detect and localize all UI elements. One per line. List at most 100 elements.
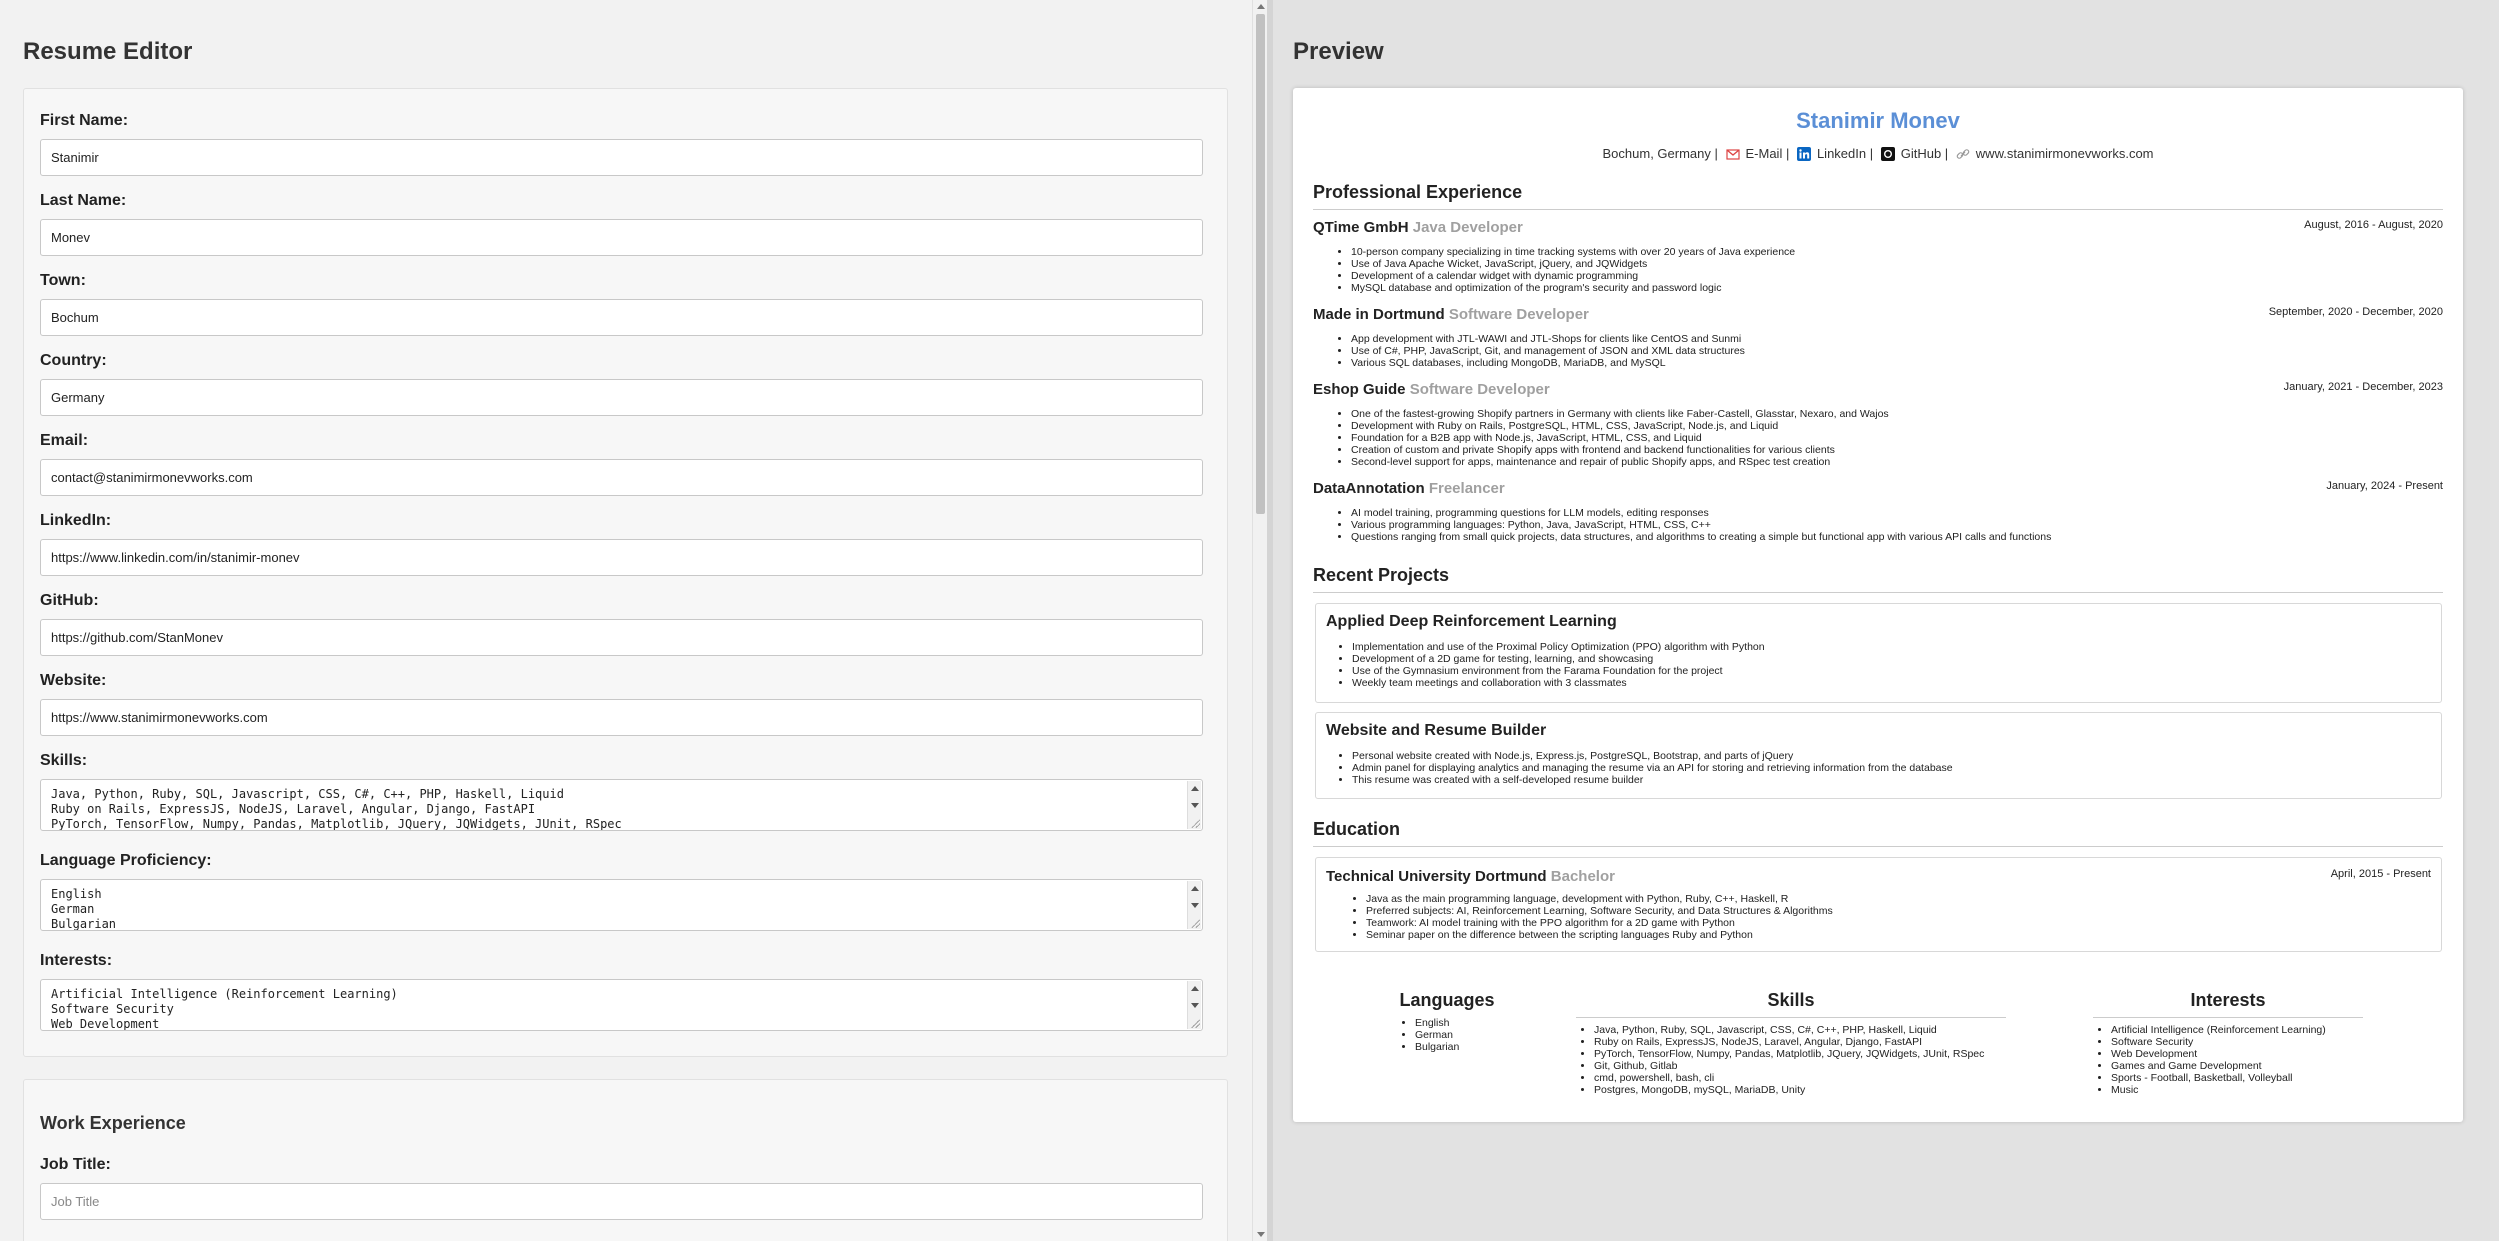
scroll-down-icon[interactable] <box>1191 1003 1199 1008</box>
skill-item: cmd, powershell, bash, cli <box>1594 1072 2006 1084</box>
contact-website[interactable]: www.stanimirmonevworks.com <box>1976 146 2154 161</box>
education-school: Technical University Dortmund <box>1326 868 1547 885</box>
job-company: DataAnnotation <box>1313 480 1425 497</box>
github-field: GitHub: https://github.com/StanMonev <box>40 592 1203 656</box>
job-company: QTime GmbH <box>1313 219 1409 236</box>
language-item: German <box>1415 1029 1497 1041</box>
job-dates: September, 2020 - December, 2020 <box>2268 306 2443 318</box>
project-bullet: Personal website created with Node.js, E… <box>1352 750 2431 762</box>
education-card: Technical University Dortmund Bachelor A… <box>1315 857 2442 952</box>
job-bullet: Foundation for a B2B app with Node.js, J… <box>1351 432 2443 444</box>
scrollbar-thumb[interactable] <box>1256 14 1265 514</box>
education-bullet: Teamwork: AI model training with the PPO… <box>1366 917 2431 929</box>
project-bullet: Implementation and use of the Proximal P… <box>1352 641 2431 653</box>
language-label: Language Proficiency: <box>40 852 212 869</box>
last-name-input[interactable]: Monev <box>40 219 1203 256</box>
project-bullets: Personal website created with Node.js, E… <box>1326 750 2431 786</box>
job-entry: DataAnnotation Freelancer January, 2024 … <box>1313 480 2443 543</box>
job-bullet: Development of a calendar widget with dy… <box>1351 270 2443 282</box>
github-input[interactable]: https://github.com/StanMonev <box>40 619 1203 656</box>
email-label: Email: <box>40 432 89 449</box>
github-icon[interactable] <box>1880 147 1895 161</box>
skill-item: Ruby on Rails, ExpressJS, NodeJS, Larave… <box>1594 1036 2006 1048</box>
job-bullet: Second-level support for apps, maintenan… <box>1351 456 2443 468</box>
job-role: Java Developer <box>1412 219 1523 236</box>
work-experience-card: Work Experience Job Title: Job Title <box>23 1079 1228 1241</box>
scroll-up-icon[interactable] <box>1191 886 1199 891</box>
project-card: Applied Deep Reinforcement Learning Impl… <box>1315 603 2442 703</box>
job-bullet: Use of C#, PHP, JavaScript, Git, and man… <box>1351 345 2443 357</box>
contact-github[interactable]: GitHub | <box>1901 146 1948 161</box>
job-title-input[interactable]: Job Title <box>40 1183 1203 1220</box>
first-name-field: First Name: Stanimir <box>40 112 1203 176</box>
job-entry: QTime GmbH Java Developer August, 2016 -… <box>1313 219 2443 294</box>
job-bullet: Creation of custom and private Shopify a… <box>1351 444 2443 456</box>
scroll-down-icon[interactable] <box>1257 1232 1265 1237</box>
scroll-up-icon[interactable] <box>1257 4 1265 9</box>
skills-textarea[interactable]: Java, Python, Ruby, SQL, Javascript, CSS… <box>40 779 1203 831</box>
linkedin-input[interactable]: https://www.linkedin.com/in/stanimir-mon… <box>40 539 1203 576</box>
scroll-up-icon[interactable] <box>1191 986 1199 991</box>
education-bullet: Preferred subjects: AI, Reinforcement Le… <box>1366 905 2431 917</box>
job-bullet: Use of Java Apache Wicket, JavaScript, j… <box>1351 258 2443 270</box>
job-bullets: 10-person company specializing in time t… <box>1313 246 2443 294</box>
job-title-field: Job Title: Job Title <box>40 1156 1203 1220</box>
contact-linkedin[interactable]: LinkedIn | <box>1817 146 1873 161</box>
scroll-down-icon[interactable] <box>1191 903 1199 908</box>
first-name-input[interactable]: Stanimir <box>40 139 1203 176</box>
town-input[interactable]: Bochum <box>40 299 1203 336</box>
interest-item: Web Development <box>2111 1048 2363 1060</box>
scroll-up-icon[interactable] <box>1191 786 1199 791</box>
project-bullet: Admin panel for displaying analytics and… <box>1352 762 2431 774</box>
job-header: QTime GmbH Java Developer <box>1313 219 2443 236</box>
language-textarea[interactable]: English German Bulgarian <box>40 879 1203 931</box>
country-input[interactable]: Germany <box>40 379 1203 416</box>
interests-textarea-text: Artificial Intelligence (Reinforcement L… <box>51 987 398 1031</box>
skills-section: Skills Java, Python, Ruby, SQL, Javascri… <box>1576 990 2006 1096</box>
interests-textarea[interactable]: Artificial Intelligence (Reinforcement L… <box>40 979 1203 1031</box>
linkedin-icon[interactable] <box>1796 147 1811 161</box>
education-bullets: Java as the main programming language, d… <box>1326 893 2431 941</box>
resize-grip-icon[interactable] <box>1190 1018 1200 1028</box>
job-dates: January, 2021 - December, 2023 <box>2283 381 2443 393</box>
interest-item: Artificial Intelligence (Reinforcement L… <box>2111 1024 2363 1036</box>
job-bullet: Various programming languages: Python, J… <box>1351 519 2443 531</box>
github-label: GitHub: <box>40 592 99 609</box>
education-bullet: Java as the main programming language, d… <box>1366 893 2431 905</box>
experience-heading: Professional Experience <box>1313 182 2443 210</box>
contact-line: Bochum, Germany | E-Mail | LinkedIn | Gi… <box>1293 146 2463 161</box>
languages-section: Languages English German Bulgarian <box>1397 990 1497 1053</box>
job-dates: August, 2016 - August, 2020 <box>2304 219 2443 231</box>
preview-title: Preview <box>1293 38 1384 65</box>
skill-item: Postgres, MongoDB, mySQL, MariaDB, Unity <box>1594 1084 2006 1096</box>
skills-scrollbar[interactable] <box>1187 781 1201 829</box>
interest-item: Sports - Football, Basketball, Volleybal… <box>2111 1072 2363 1084</box>
email-input[interactable]: contact@stanimirmonevworks.com <box>40 459 1203 496</box>
resize-grip-icon[interactable] <box>1190 918 1200 928</box>
link-icon[interactable] <box>1956 147 1970 161</box>
contact-location: Bochum, Germany | <box>1602 146 1718 161</box>
interest-item: Games and Game Development <box>2111 1060 2363 1072</box>
website-field: Website: https://www.stanimirmonevworks.… <box>40 672 1203 736</box>
personal-info-card: First Name: Stanimir Last Name: Monev To… <box>23 88 1228 1057</box>
job-role: Software Developer <box>1409 381 1550 398</box>
interests-scrollbar[interactable] <box>1187 981 1201 1029</box>
job-bullet: Questions ranging from small quick proje… <box>1351 531 2443 543</box>
job-bullets: AI model training, programming questions… <box>1313 507 2443 543</box>
resume-document: Stanimir Monev Bochum, Germany | E-Mail … <box>1293 88 2463 1122</box>
website-input[interactable]: https://www.stanimirmonevworks.com <box>40 699 1203 736</box>
scroll-down-icon[interactable] <box>1191 803 1199 808</box>
editor-scrollbar[interactable] <box>1252 0 1267 1241</box>
job-bullet: Development with Ruby on Rails, PostgreS… <box>1351 420 2443 432</box>
education-heading: Education <box>1313 819 2443 847</box>
country-label: Country: <box>40 352 107 369</box>
skills-heading: Skills <box>1767 990 1815 1010</box>
contact-email[interactable]: E-Mail | <box>1746 146 1790 161</box>
last-name-field: Last Name: Monev <box>40 192 1203 256</box>
resize-grip-icon[interactable] <box>1190 818 1200 828</box>
job-header: Eshop Guide Software Developer <box>1313 381 2443 398</box>
language-scrollbar[interactable] <box>1187 881 1201 929</box>
gmail-icon[interactable] <box>1725 147 1740 161</box>
project-card: Website and Resume Builder Personal webs… <box>1315 712 2442 799</box>
job-bullets: One of the fastest-growing Shopify partn… <box>1313 408 2443 468</box>
